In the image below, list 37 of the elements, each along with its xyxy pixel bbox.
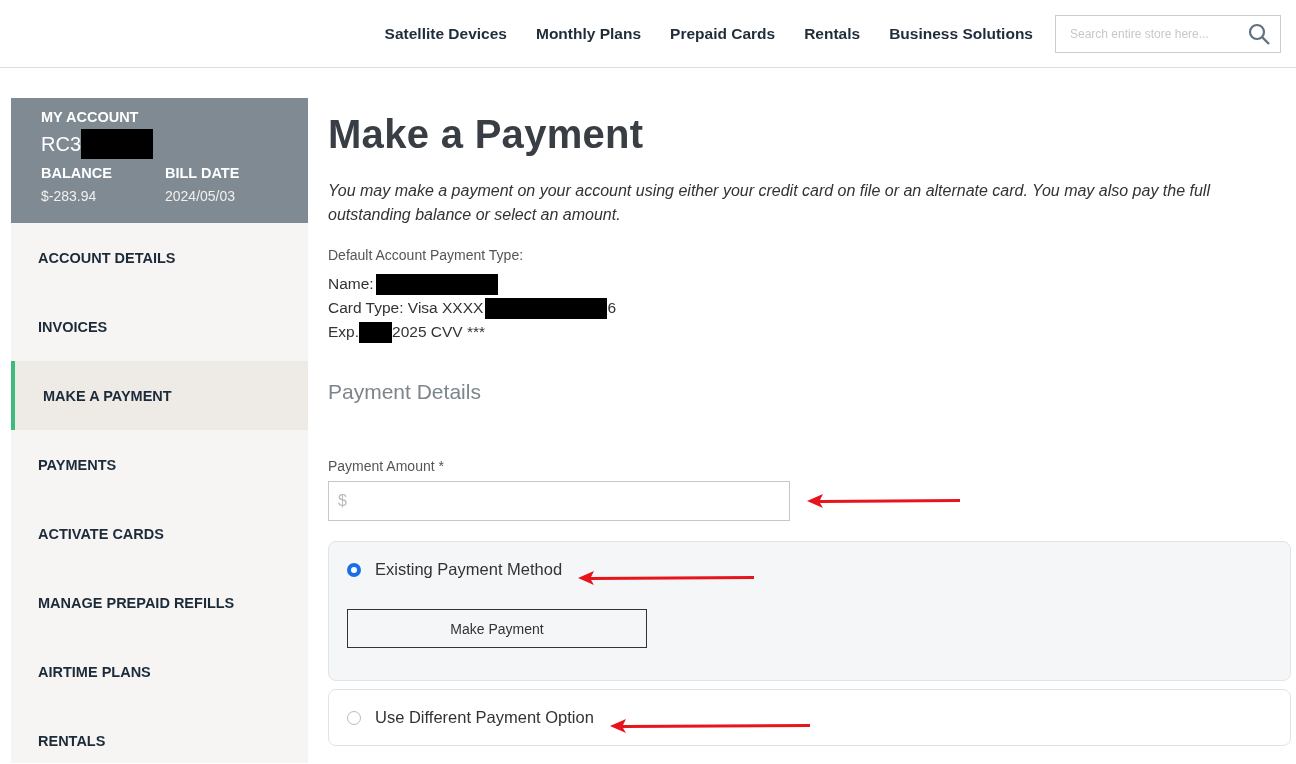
payment-info-text: 6 bbox=[607, 298, 616, 318]
sidebar-item[interactable]: ACTIVATE CARDS bbox=[11, 499, 308, 568]
sidebar-item[interactable]: ACCOUNT DETAILS bbox=[11, 223, 308, 292]
account-number: RC3 bbox=[41, 132, 81, 156]
option-label: Use Different Payment Option bbox=[375, 708, 594, 727]
payment-info-text: 2025 CVV *** bbox=[392, 322, 486, 342]
option-label: Existing Payment Method bbox=[375, 560, 563, 579]
nav-link[interactable]: Rentals bbox=[804, 24, 861, 43]
payment-info-text: Card Type: Visa XXXX bbox=[328, 298, 484, 318]
sidebar-item[interactable]: PAYMENTS bbox=[11, 430, 308, 499]
payment-info-text: Name: bbox=[328, 274, 374, 294]
section-title: Payment Details bbox=[328, 380, 482, 404]
intro-paragraph: You may make a payment on your account using either your credit card on file or an alternate card. You may also pay the full outstanding balance or select an amount. bbox=[328, 181, 1212, 225]
make-payment-button[interactable]: Make Payment bbox=[347, 609, 647, 648]
sidebar-item[interactable]: RENTALS bbox=[11, 706, 308, 764]
nav-link[interactable]: Business Solutions bbox=[889, 24, 1033, 43]
sidebar-item[interactable]: MAKE A PAYMENT bbox=[11, 361, 308, 430]
payment-amount-field[interactable]: $ bbox=[328, 481, 790, 521]
radio-button[interactable] bbox=[347, 562, 361, 577]
bill-date-value: 2024/05/03 bbox=[165, 188, 237, 204]
balance-label: BALANCE bbox=[41, 165, 113, 181]
bill-date-label: BILL DATE bbox=[165, 165, 241, 181]
payment-info-text: Exp. bbox=[328, 322, 359, 342]
sidebar-item[interactable]: MANAGE PREPAID REFILLS bbox=[11, 568, 308, 637]
nav-link[interactable]: Monthly Plans bbox=[535, 24, 642, 43]
search-icon[interactable] bbox=[1247, 21, 1271, 46]
sidebar-item[interactable]: AIRTIME PLANS bbox=[11, 637, 308, 706]
radio-button[interactable] bbox=[347, 710, 361, 725]
payment-amount-label: Payment Amount * bbox=[328, 458, 444, 474]
default-payment-label: Default Account Payment Type: bbox=[328, 247, 524, 263]
nav-link[interactable]: Prepaid Cards bbox=[670, 24, 776, 43]
account-heading: MY ACCOUNT bbox=[41, 109, 139, 125]
sidebar-item[interactable]: INVOICES bbox=[11, 292, 308, 361]
redaction-bar bbox=[359, 321, 392, 343]
balance-value: $-283.94 bbox=[41, 188, 98, 204]
page-title: Make a Payment bbox=[328, 112, 645, 157]
nav-link[interactable]: Satellite Devices bbox=[384, 24, 507, 43]
